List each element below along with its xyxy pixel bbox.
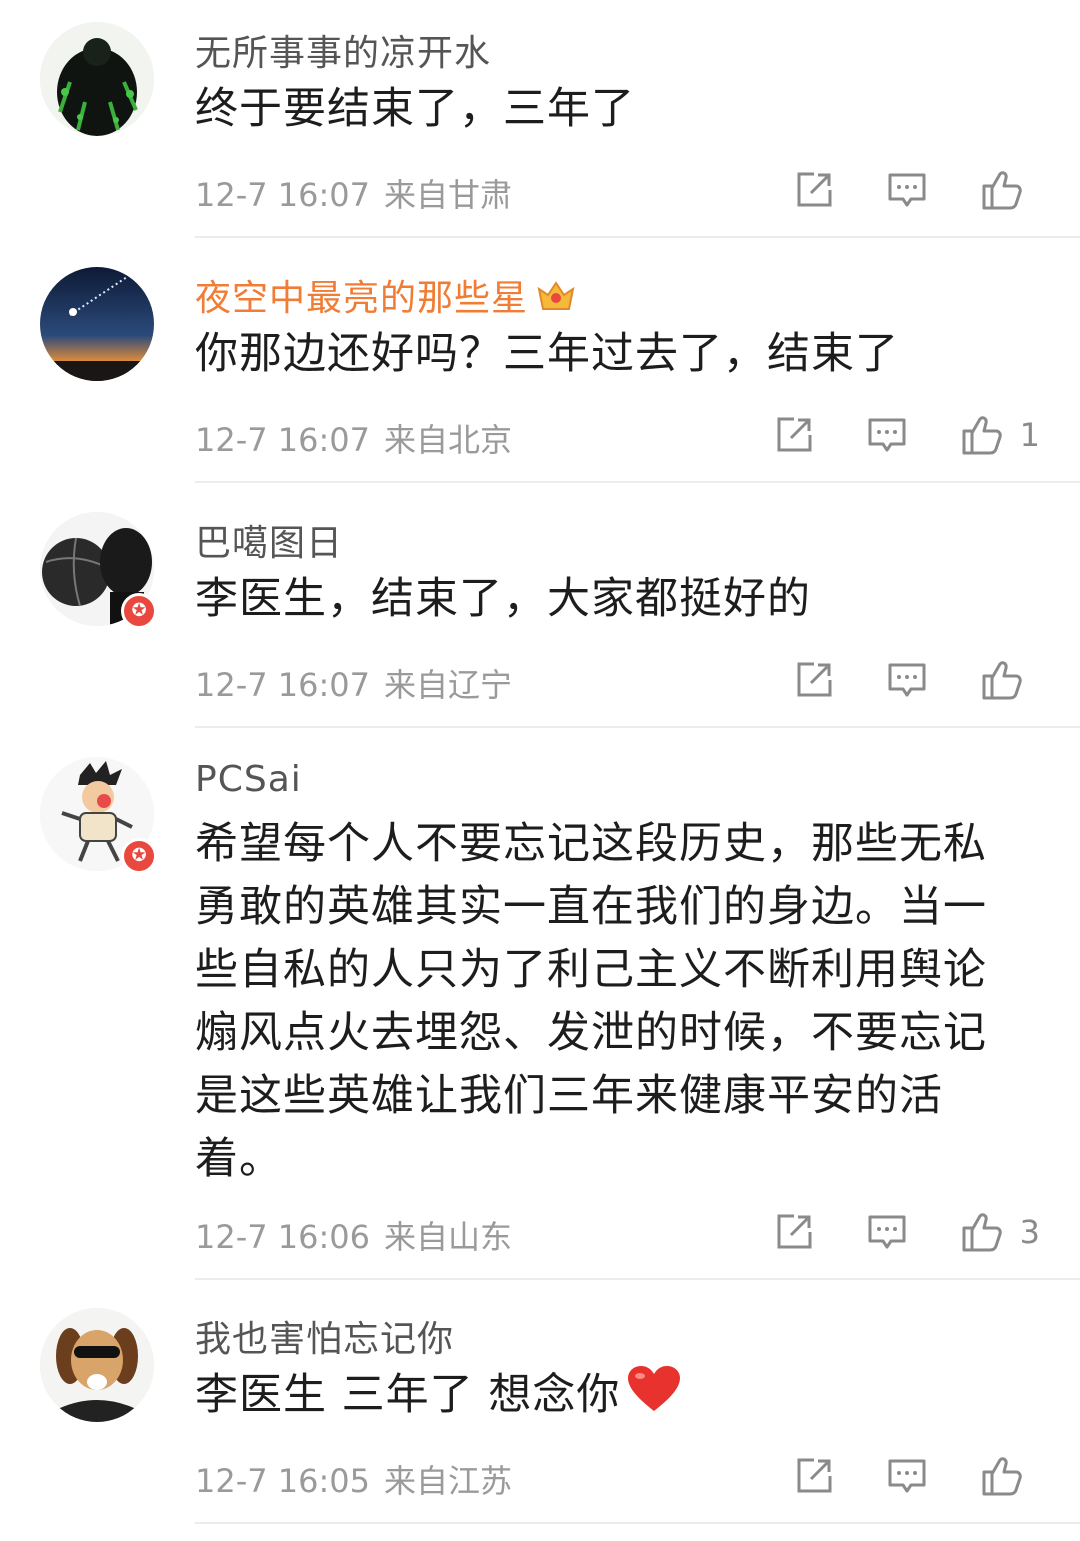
location: 来自北京	[384, 421, 513, 459]
avatar[interactable]	[40, 267, 154, 381]
divider	[195, 481, 1080, 483]
share-icon	[797, 1458, 832, 1493]
divider	[195, 236, 1080, 238]
comment-text: 李医生，结束了，大家都挺好的	[195, 574, 811, 624]
divider	[195, 726, 1080, 728]
location: 来自辽宁	[384, 666, 513, 704]
thumbs-up-icon	[962, 416, 1002, 455]
comment-actions	[794, 168, 1040, 212]
reply-button[interactable]	[886, 659, 928, 701]
timestamp: 12-7 16:07	[195, 666, 371, 704]
comment-text-body: 李医生 三年了 想念你	[195, 1370, 621, 1420]
location: 来自山东	[384, 1218, 513, 1256]
comment-meta: 12-7 16:05 来自江苏	[195, 1456, 512, 1502]
avatar[interactable]	[40, 1308, 154, 1422]
username[interactable]: 夜空中最亮的那些星	[195, 269, 576, 324]
comment-actions: 3	[774, 1210, 1040, 1254]
star-badge-icon: ✪	[121, 593, 157, 629]
thumbs-up-icon	[982, 171, 1022, 210]
comment-meta: 12-7 16:06 来自山东	[195, 1212, 512, 1258]
comment-actions	[794, 1454, 1040, 1498]
like-button[interactable]	[980, 1454, 1040, 1498]
share-button[interactable]	[774, 1212, 814, 1252]
reply-button[interactable]	[866, 1211, 908, 1253]
comment-meta: 12-7 16:07 来自北京	[195, 415, 512, 461]
reply-button[interactable]	[886, 169, 928, 211]
thumbs-up-icon	[982, 661, 1022, 700]
comment-icon	[888, 173, 926, 207]
avatar[interactable]	[40, 22, 154, 136]
location: 来自甘肃	[384, 176, 513, 214]
share-icon	[797, 662, 832, 697]
username[interactable]: 巴噶图日	[195, 514, 343, 566]
share-button[interactable]	[794, 660, 834, 700]
thumbs-up-icon	[982, 1457, 1022, 1496]
comment-icon	[888, 1459, 926, 1493]
username[interactable]: 我也害怕忘记你	[195, 1310, 454, 1362]
location: 来自江苏	[384, 1462, 513, 1500]
comment-text: 终于要结束了，三年了	[195, 84, 635, 134]
like-button[interactable]: 1	[960, 413, 1040, 457]
comment-text: 希望每个人不要忘记这段历史，那些无私勇敢的英雄其实一直在我们的身边。当一些自私的…	[195, 819, 987, 1184]
share-button[interactable]	[794, 170, 834, 210]
comment-icon	[868, 418, 906, 452]
comment-actions	[794, 658, 1040, 702]
username[interactable]: PCSai	[195, 759, 302, 800]
comment-text: 你那边还好吗？三年过去了，结束了	[195, 329, 899, 379]
crown-icon	[536, 277, 576, 324]
timestamp: 12-7 16:07	[195, 421, 371, 459]
share-icon	[777, 1214, 812, 1249]
like-button[interactable]	[980, 168, 1040, 212]
comment-icon	[888, 663, 926, 697]
divider	[195, 1522, 1080, 1524]
username[interactable]: 无所事事的凉开水	[195, 24, 491, 76]
like-button[interactable]	[980, 658, 1040, 702]
timestamp: 12-7 16:05	[195, 1462, 371, 1500]
like-count: 1	[1019, 416, 1040, 454]
share-button[interactable]	[794, 1456, 834, 1496]
comment-actions: 1	[774, 413, 1040, 457]
share-icon	[797, 172, 832, 207]
username-text: 夜空中最亮的那些星	[195, 278, 529, 319]
like-button[interactable]: 3	[960, 1210, 1040, 1254]
share-icon	[777, 417, 812, 452]
reply-button[interactable]	[866, 414, 908, 456]
comment-icon	[868, 1215, 906, 1249]
timestamp: 12-7 16:06	[195, 1218, 371, 1256]
comment-meta: 12-7 16:07 来自辽宁	[195, 660, 512, 706]
divider	[195, 1278, 1080, 1280]
comment-meta: 12-7 16:07 来自甘肃	[195, 170, 512, 216]
share-button[interactable]	[774, 415, 814, 455]
heart-emoji-icon	[626, 1365, 682, 1431]
timestamp: 12-7 16:07	[195, 176, 371, 214]
thumbs-up-icon	[962, 1213, 1002, 1252]
star-badge-icon: ✪	[121, 838, 157, 874]
comment-text: 李医生 三年了 想念你	[195, 1364, 1025, 1431]
reply-button[interactable]	[886, 1455, 928, 1497]
like-count: 3	[1019, 1213, 1040, 1251]
